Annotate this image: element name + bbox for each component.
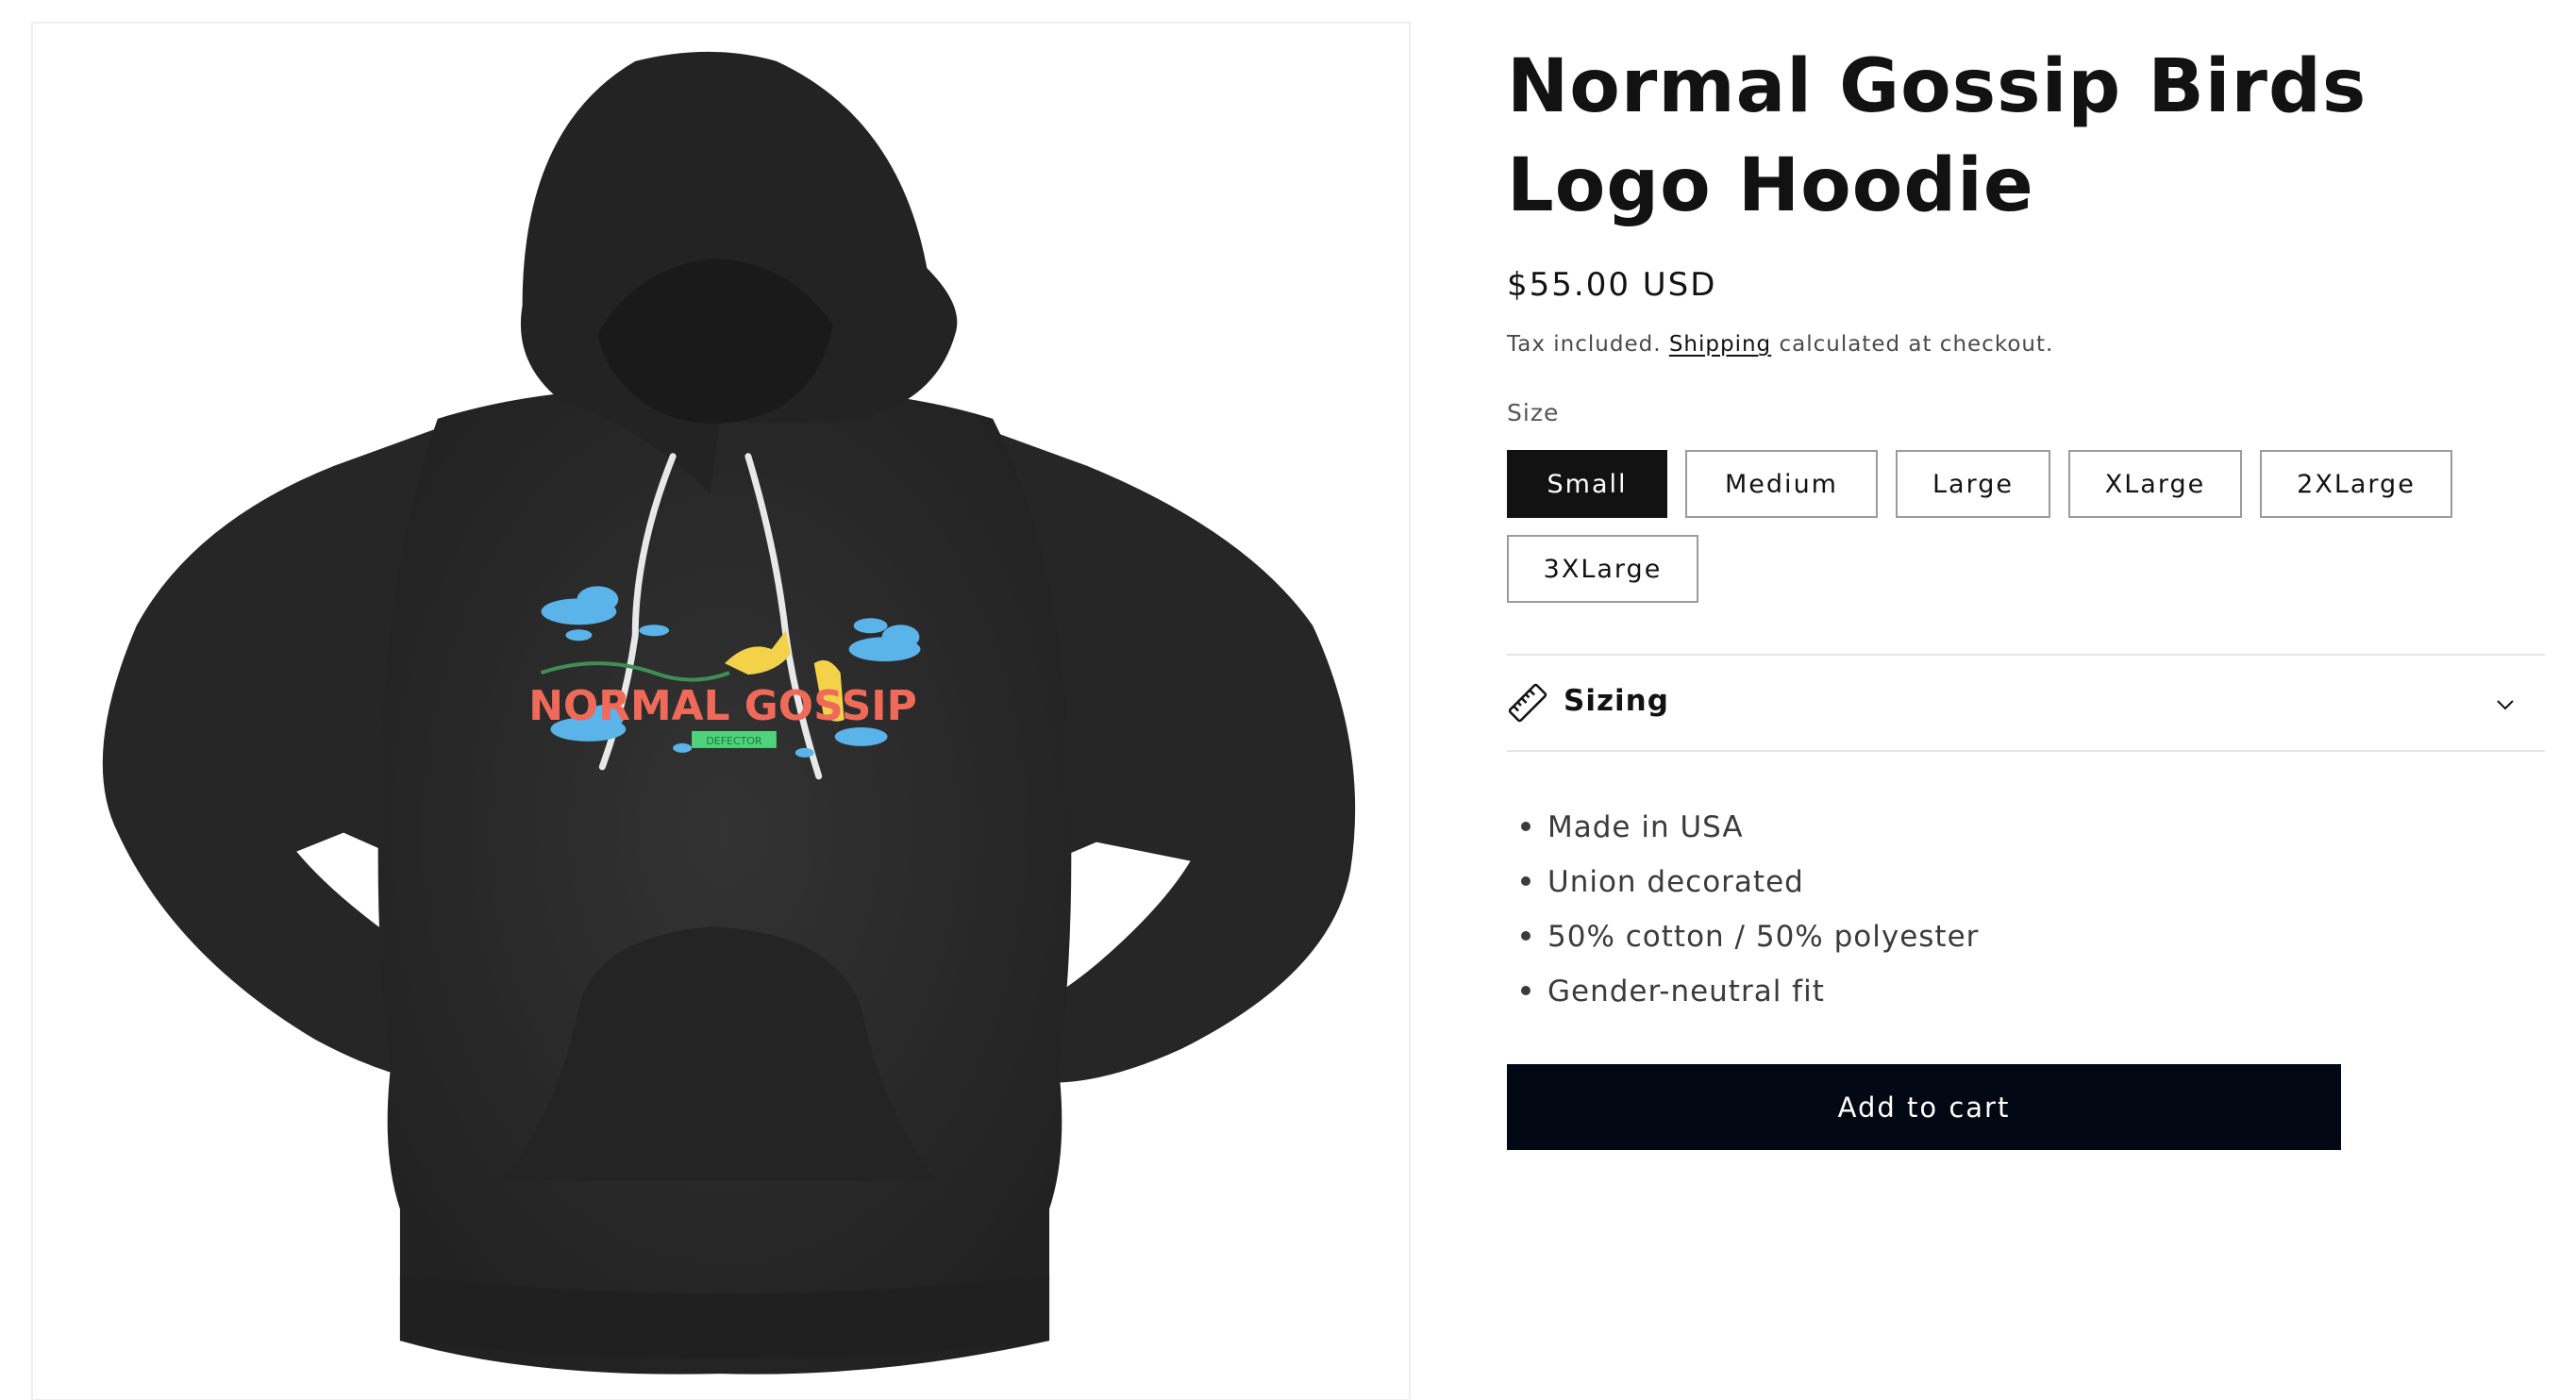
- product-price: $55.00 USD: [1507, 266, 1717, 304]
- tax-note: Tax included. Shipping calculated at che…: [1507, 332, 2053, 357]
- print-text: NORMAL GOSSIP: [528, 682, 917, 730]
- feature-list: Made in USA Union decorated 50% cotton /…: [1507, 807, 1979, 1025]
- print-subtext: DEFECTOR: [706, 735, 762, 747]
- ruler-icon: [1508, 683, 1547, 723]
- bullet-icon: [1521, 821, 1531, 831]
- add-to-cart-button[interactable]: Add to cart: [1507, 1064, 2341, 1150]
- sizing-accordion[interactable]: Sizing: [1507, 654, 2545, 752]
- bullet-icon: [1521, 930, 1531, 941]
- product-image[interactable]: NORMAL GOSSIP DEFECTOR: [31, 22, 1411, 1400]
- chevron-down-icon: [2497, 700, 2514, 710]
- size-option-large[interactable]: Large: [1896, 450, 2050, 518]
- bullet-icon: [1521, 985, 1531, 995]
- size-option-3xlarge[interactable]: 3XLarge: [1507, 535, 1698, 603]
- sizing-accordion-title: Sizing: [1564, 684, 1669, 718]
- list-item: Gender-neutral fit: [1507, 971, 1979, 1025]
- bullet-icon: [1521, 875, 1531, 886]
- feature-text: 50% cotton / 50% polyester: [1547, 920, 1980, 954]
- tax-note-suffix: calculated at checkout.: [1779, 332, 2054, 357]
- list-item: 50% cotton / 50% polyester: [1507, 916, 1979, 971]
- feature-text: Union decorated: [1547, 865, 1804, 899]
- list-item: Made in USA: [1507, 807, 1979, 861]
- size-label: Size: [1507, 399, 1560, 426]
- tax-note-prefix: Tax included.: [1507, 332, 1662, 357]
- hoodie-illustration: NORMAL GOSSIP DEFECTOR: [102, 51, 1356, 1375]
- product-page: NORMAL GOSSIP DEFECTOR Normal Gossip Bir…: [0, 0, 2576, 1400]
- shipping-link[interactable]: Shipping: [1669, 332, 1771, 357]
- size-option-xlarge[interactable]: XLarge: [2068, 450, 2242, 518]
- feature-text: Made in USA: [1547, 810, 1744, 844]
- product-title: Normal Gossip Birds Logo Hoodie: [1507, 44, 2367, 228]
- feature-text: Gender-neutral fit: [1547, 975, 1825, 1008]
- list-item: Union decorated: [1507, 861, 1979, 916]
- size-option-2xlarge[interactable]: 2XLarge: [2260, 450, 2452, 518]
- size-option-small[interactable]: Small: [1507, 450, 1667, 518]
- size-option-medium[interactable]: Medium: [1685, 450, 1878, 518]
